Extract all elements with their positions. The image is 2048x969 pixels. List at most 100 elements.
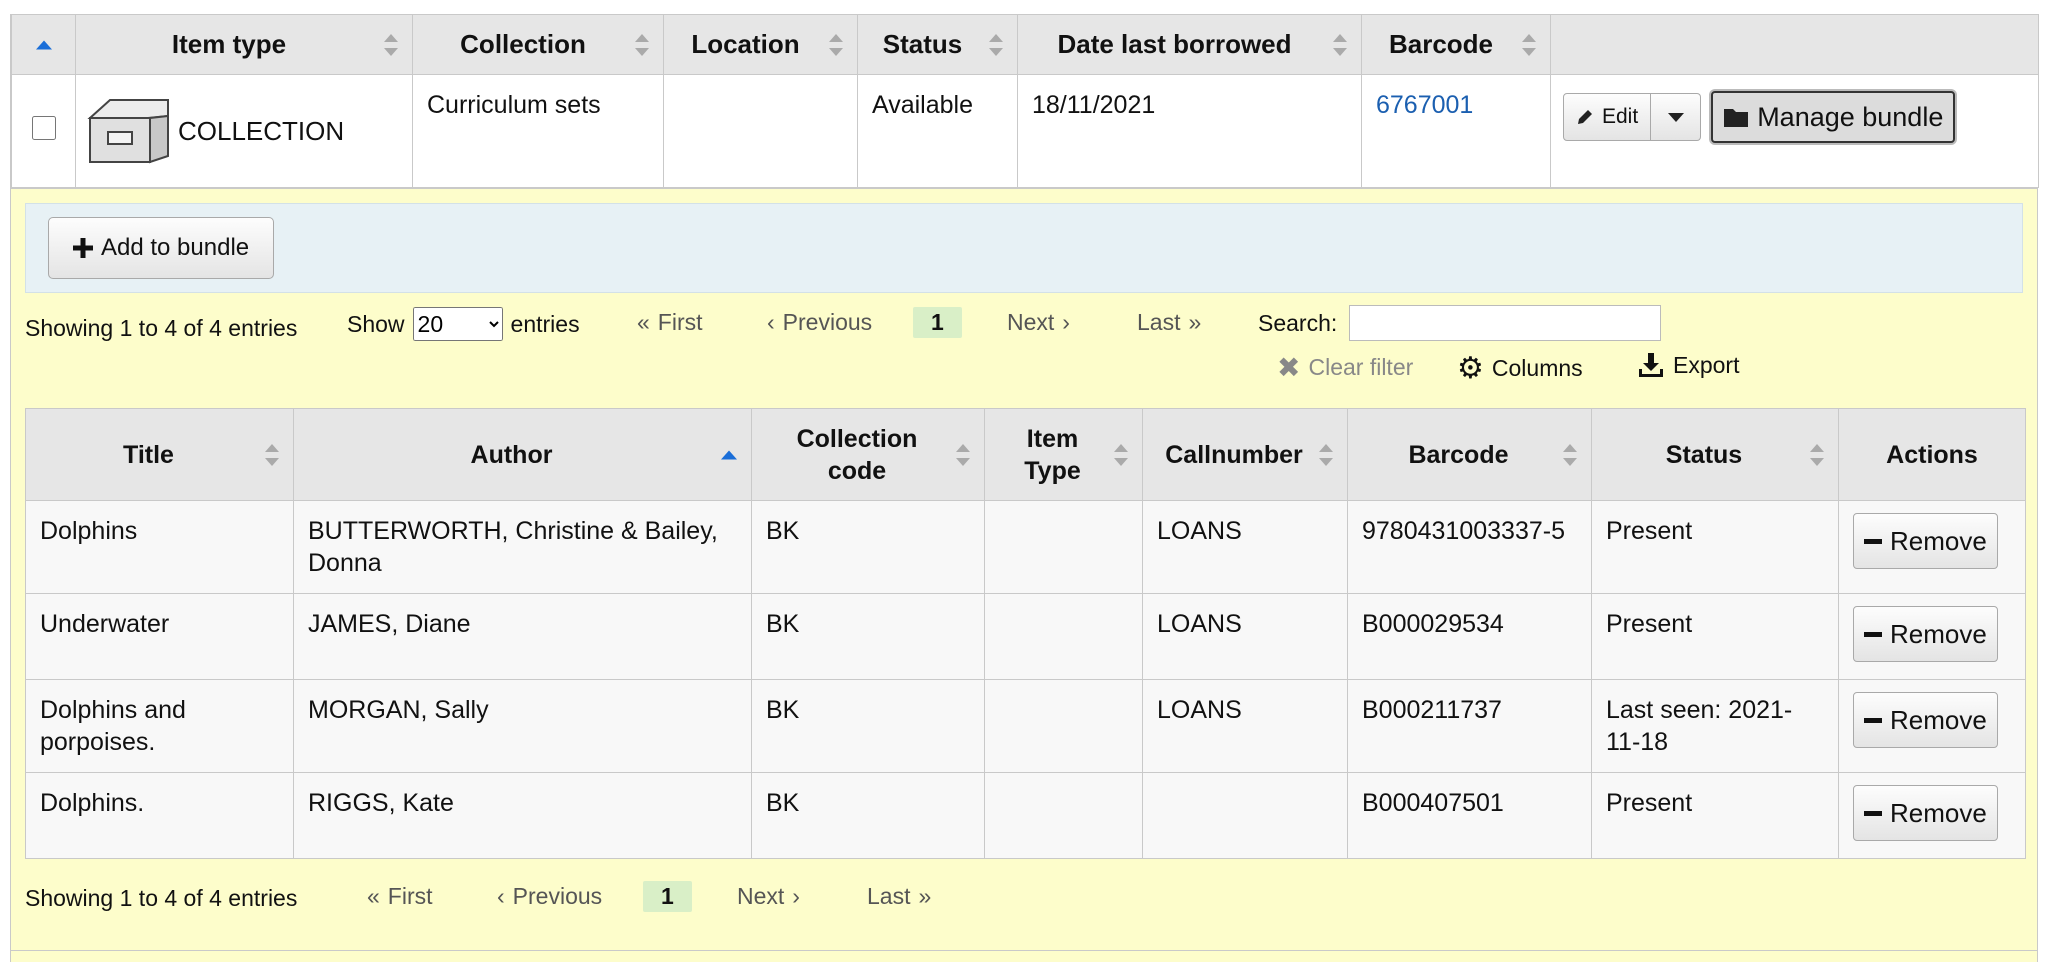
status-cell: Present xyxy=(1591,772,1839,859)
search-input[interactable] xyxy=(1349,305,1662,341)
barcode-cell: B000211737 xyxy=(1347,679,1592,773)
header-collection[interactable]: Collection xyxy=(412,14,664,75)
table-info: Showing 1 to 4 of 4 entries xyxy=(25,315,298,341)
export-link[interactable]: Export xyxy=(1637,351,1739,379)
header-date-last-borrowed[interactable]: Date last borrowed xyxy=(1017,14,1362,75)
header-status[interactable]: Status xyxy=(1591,408,1839,501)
sort-icon xyxy=(1563,443,1577,466)
page-length-select[interactable]: 20 xyxy=(412,307,503,341)
edit-dropdown-toggle[interactable] xyxy=(1651,93,1702,141)
pager-previous[interactable]: ‹ Previous xyxy=(497,883,602,910)
minus-icon xyxy=(1864,717,1882,723)
header-location[interactable]: Location xyxy=(663,14,858,75)
sort-icon xyxy=(1522,33,1536,56)
sort-ascending-icon xyxy=(35,40,52,49)
clear-filter-link[interactable]: ✖ Clear filter xyxy=(1277,351,1413,384)
barcode-cell: B000407501 xyxy=(1347,772,1592,859)
collection-code-cell: BK xyxy=(751,500,985,594)
folder-icon xyxy=(1724,109,1749,127)
collection-code-cell: BK xyxy=(751,679,985,773)
date-last-borrowed-cell: 18/11/2021 xyxy=(1017,74,1362,188)
title-cell: Dolphins. xyxy=(25,772,294,859)
plus-icon xyxy=(73,238,93,258)
pager-next[interactable]: Next › xyxy=(737,883,800,910)
header-item-type[interactable]: Item Type xyxy=(984,408,1143,501)
pager-previous[interactable]: ‹ Previous xyxy=(767,309,872,336)
caret-down-icon xyxy=(1667,112,1684,122)
collection-code-cell: BK xyxy=(751,593,985,680)
bundle-table-footer: Showing 1 to 4 of 4 entries «First ‹ Prev… xyxy=(25,859,2023,939)
sort-icon xyxy=(956,443,970,466)
box-icon xyxy=(87,99,169,164)
header-status[interactable]: Status xyxy=(857,14,1018,75)
minus-icon xyxy=(1864,810,1882,816)
header-author[interactable]: Author xyxy=(293,408,752,501)
bundle-toolbar: Add to bundle xyxy=(25,203,2023,293)
download-icon xyxy=(1639,353,1663,377)
pencil-icon xyxy=(1578,110,1592,124)
author-cell: BUTTERWORTH, Christine & Bailey, Donna xyxy=(293,500,752,594)
title-cell: Underwater xyxy=(25,593,294,680)
pager-next[interactable]: Next › xyxy=(1007,309,1070,336)
columns-link[interactable]: ⚙ Columns xyxy=(1457,351,1583,386)
add-to-bundle-button[interactable]: Add to bundle xyxy=(48,217,275,279)
item-type-label: COLLECTION xyxy=(178,115,345,146)
sort-icon xyxy=(265,443,279,466)
status-cell: Present xyxy=(1591,500,1839,594)
row-select-checkbox[interactable] xyxy=(31,115,56,140)
title-cell: Dolphins xyxy=(25,500,294,594)
sort-icon xyxy=(384,33,398,56)
author-cell: RIGGS, Kate xyxy=(293,772,752,859)
search-control: Search: xyxy=(1258,305,1662,341)
edit-button[interactable]: Edit xyxy=(1563,93,1652,141)
header-callnumber[interactable]: Callnumber xyxy=(1142,408,1348,501)
barcode-link[interactable]: 6767001 xyxy=(1376,91,1473,119)
table-row: COLLECTION Curriculum sets Available 18/… xyxy=(11,74,2039,188)
sort-icon xyxy=(1114,443,1128,466)
pager-page-1[interactable]: 1 xyxy=(913,307,962,338)
times-icon: ✖ xyxy=(1277,352,1301,383)
pager-page-1[interactable]: 1 xyxy=(643,881,692,912)
header-barcode[interactable]: Barcode xyxy=(1361,14,1551,75)
remove-button[interactable]: Remove xyxy=(1853,692,1998,748)
collection-cell: Curriculum sets xyxy=(412,74,664,188)
item-type-cell xyxy=(984,772,1143,859)
table-info: Showing 1 to 4 of 4 entries xyxy=(25,885,298,911)
page-length-control: Show 20 entries xyxy=(347,307,580,341)
sort-icon xyxy=(829,33,843,56)
collection-code-cell: BK xyxy=(751,772,985,859)
header-title[interactable]: Title xyxy=(25,408,294,501)
bundle-panel: Add to bundle Showing 1 to 4 of 4 entrie… xyxy=(11,188,2037,962)
pager-last[interactable]: Last» xyxy=(867,883,931,910)
header-item-type[interactable]: Item type xyxy=(75,14,413,75)
header-barcode[interactable]: Barcode xyxy=(1347,408,1592,501)
remove-button[interactable]: Remove xyxy=(1853,606,1998,662)
callnumber-cell xyxy=(1142,772,1348,859)
bundle-table-controls: Showing 1 to 4 of 4 entries Show 20 entr… xyxy=(25,293,2023,408)
author-cell: MORGAN, Sally xyxy=(293,679,752,773)
status-cell: Last seen: 2021-11-18 xyxy=(1591,679,1839,773)
gear-icon: ⚙ xyxy=(1457,352,1484,385)
select-column-header[interactable] xyxy=(11,14,76,75)
author-cell: JAMES, Diane xyxy=(293,593,752,680)
sort-icon xyxy=(1319,443,1333,466)
minus-icon xyxy=(1864,538,1882,544)
next-row-separator xyxy=(10,950,2038,951)
sort-icon xyxy=(989,33,1003,56)
header-collection-code[interactable]: Collection code xyxy=(751,408,985,501)
table-row: Dolphins. RIGGS, Kate BK B000407501 Pres… xyxy=(25,772,2026,859)
item-type-cell xyxy=(984,679,1143,773)
pager-first[interactable]: «First xyxy=(367,883,433,910)
manage-bundle-button[interactable]: Manage bundle xyxy=(1711,91,1956,143)
callnumber-cell: LOANS xyxy=(1142,679,1348,773)
items-panel: Item type Collection Location Status Dat… xyxy=(10,14,2039,962)
pager-first[interactable]: «First xyxy=(637,309,703,336)
pager-last[interactable]: Last» xyxy=(1137,309,1201,336)
minus-icon xyxy=(1864,631,1882,637)
table-row: Dolphins and porpoises. MORGAN, Sally BK… xyxy=(25,679,2026,773)
sort-icon xyxy=(1810,443,1824,466)
remove-button[interactable]: Remove xyxy=(1853,513,1998,569)
bundle-items-table: Title Author Collection code Item Type Cal… xyxy=(25,408,2026,859)
header-actions: Actions xyxy=(1838,408,2026,501)
remove-button[interactable]: Remove xyxy=(1853,785,1998,841)
